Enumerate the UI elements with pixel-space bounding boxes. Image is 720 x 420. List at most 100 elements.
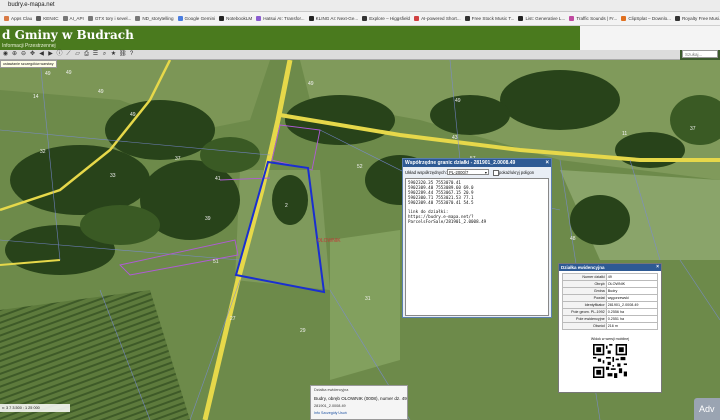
place-label: OLOWNIK <box>317 238 341 244</box>
bookmark-item[interactable]: GTX tory i sevel... <box>87 12 132 25</box>
chevron-down-icon: ▾ <box>484 170 487 175</box>
parcel-label: 27 <box>230 316 236 322</box>
bookmark-item[interactable]: List: Generative L... <box>518 12 565 25</box>
parcel-link-url[interactable]: https://budry.e-mapa.net/?ParcelsForSale… <box>408 214 546 224</box>
details-panel-header[interactable]: Działka ewidencyjna × <box>559 264 661 271</box>
measure-distance-icon[interactable]: ⟋ <box>65 51 72 58</box>
detail-value: Budry <box>605 287 659 295</box>
zoom-in-icon[interactable]: ⊕ <box>11 51 18 58</box>
bookmark-item[interactable]: Free Stock Music T... <box>464 12 515 25</box>
bookmark-item[interactable]: Google Gemini <box>177 12 215 25</box>
table-row: Obwód 216 m <box>562 322 659 330</box>
bookmark-icon[interactable]: ★ <box>110 51 117 58</box>
detail-key: Identyfikator <box>562 301 607 309</box>
site-title: d Gminy w Budrach <box>2 28 134 42</box>
corner-badge[interactable]: Adv <box>694 398 720 420</box>
bookmark-favicon-icon <box>62 16 68 21</box>
parcel-label: 2 <box>285 203 288 209</box>
print-icon[interactable]: ⎙ <box>83 51 90 58</box>
address-bar[interactable]: budry.e-mapa.net <box>0 0 720 12</box>
parcel-label: 49 <box>98 89 104 95</box>
coordinate-system-select[interactable]: PL-2000/7 ▾ <box>447 169 489 175</box>
bookmark-favicon-icon <box>518 16 524 21</box>
mobile-view-label: Widok w wersji mobilnej <box>590 337 630 341</box>
table-row: Pole geom. PL-1992 0.2556 ha <box>562 308 659 316</box>
close-icon[interactable]: × <box>545 159 549 167</box>
bookmark-label: Free Stock Music T... <box>471 16 515 21</box>
map-toolbar: ◉ ⊕ ⊖ ✥ ◀ ▶ ⓘ ⟋ ▱ ⎙ ☰ ⌕ ★ ⛓ ? <box>0 50 680 60</box>
bookmark-favicon-icon <box>362 16 368 21</box>
previous-view-icon[interactable]: ◀ <box>38 51 45 58</box>
parcel-label: 11 <box>622 131 627 137</box>
bookmark-label: Hatsui AI: Transfor... <box>263 16 305 21</box>
bookmark-label: GTX tory i sevel... <box>94 16 132 21</box>
bookmark-label: ND_storytelling <box>142 16 174 21</box>
bookmark-item[interactable]: NotebookLM <box>219 12 252 25</box>
bookmark-item[interactable]: Traffic Sounds | Fr... <box>569 12 617 25</box>
scale-indicator: x: 3 7 3.500 : 1 25 000 <box>0 404 70 412</box>
parcel-label: 49 <box>45 71 51 77</box>
bookmark-label: ClipSplat – Downlo... <box>628 16 671 21</box>
bookmark-item[interactable]: Apps Clau <box>4 12 32 25</box>
bookmark-item[interactable]: AI-powered Short... <box>414 12 461 25</box>
bookmark-favicon-icon <box>256 16 262 21</box>
table-row: Pole ewidencyjne 0.2551 ha <box>562 315 659 323</box>
bookmark-label: Royalty Free Musi... <box>681 16 720 21</box>
detail-value: OLOWNIK <box>605 280 659 288</box>
measure-area-icon[interactable]: ▱ <box>74 51 81 58</box>
help-icon[interactable]: ? <box>128 51 135 58</box>
bookmark-favicon-icon <box>464 16 470 21</box>
bookmark-item[interactable]: Royalty Free Musi... <box>674 12 720 25</box>
zoom-out-icon[interactable]: ⊖ <box>20 51 27 58</box>
parcel-label: 33 <box>110 173 116 179</box>
popup-title: Działka ewidencyjna <box>314 388 349 392</box>
parcel-label: 39 <box>205 216 211 222</box>
bookmark-item[interactable]: KLING AI: Next-Ge... <box>308 12 359 25</box>
search-parcel-icon[interactable]: ⌕ <box>101 51 108 58</box>
bookmark-label: NotebookLM <box>226 16 253 21</box>
search-input[interactable] <box>682 50 718 58</box>
parcel-label: 48 <box>570 236 576 242</box>
pan-icon[interactable]: ✥ <box>29 51 36 58</box>
bookmarks-bar: Apps Clau KEN4C AI_API GTX tory i sevel... N… <box>0 12 720 26</box>
parcel-label: 14 <box>33 94 39 100</box>
bookmark-item[interactable]: AI_API <box>62 12 84 25</box>
bookmark-label: List: Generative L... <box>525 16 566 21</box>
layers-icon[interactable]: ☰ <box>92 51 99 58</box>
detail-key: Obwód <box>562 322 607 330</box>
coordinate-system-value: PL-2000/7 <box>449 170 469 175</box>
globe-icon[interactable]: ◉ <box>2 51 9 58</box>
parcel-coordinates-panel: Współrzędne granic działki - 281901_2.00… <box>402 158 552 318</box>
coordinate-line: 5902309.40 7553070.41 54.5 <box>408 200 474 205</box>
bookmark-favicon-icon <box>569 16 575 21</box>
show-polygon-label: pokaż/ukryj poligon <box>499 170 535 175</box>
bookmark-item[interactable]: ClipSplat – Downlo... <box>621 12 671 25</box>
next-view-icon[interactable]: ▶ <box>47 51 54 58</box>
qr-code-icon[interactable] <box>593 344 627 378</box>
bookmark-favicon-icon <box>87 16 93 21</box>
bookmark-label: KLING AI: Next-Ge... <box>315 16 359 21</box>
parcel-label: 49 <box>308 81 314 87</box>
bookmark-item[interactable]: KEN4C <box>36 12 59 25</box>
parcel-label: 49 <box>455 98 461 104</box>
detail-value: 216 m <box>605 322 659 330</box>
bookmark-label: KEN4C <box>43 16 59 21</box>
table-row: Powiat węgorzewski <box>562 294 659 302</box>
info-icon[interactable]: ⓘ <box>56 51 63 58</box>
coord-panel-header[interactable]: Współrzędne granic działki - 281901_2.00… <box>403 159 551 167</box>
detail-key: Pole ewidencyjne <box>562 315 607 323</box>
link-icon[interactable]: ⛓ <box>119 51 127 58</box>
parcel-details-table: Numer działki 49 Obręb OLOWNIK Gmina Budry … <box>562 273 659 330</box>
site-subtitle: Informacji Przestrzennej <box>2 43 56 49</box>
coordinates-textarea[interactable]: 5902320.35 7553070.41 5902309.40 7553089… <box>405 178 549 316</box>
close-icon[interactable]: × <box>656 264 659 271</box>
parcel-label: 31 <box>365 296 371 302</box>
bookmark-favicon-icon <box>414 16 420 21</box>
bookmark-item[interactable]: ND_storytelling <box>135 12 174 25</box>
bookmark-item[interactable]: Hatsui AI: Transfor... <box>256 12 305 25</box>
bookmark-favicon-icon <box>621 16 627 21</box>
popup-links[interactable]: Info Szczegóły Usuń <box>314 411 347 415</box>
layer-tooltip: ustawianie szczegółów warstwy <box>0 60 57 68</box>
header-right-area <box>580 26 720 50</box>
bookmark-item[interactable]: Explore – Higgsfield <box>362 12 410 25</box>
